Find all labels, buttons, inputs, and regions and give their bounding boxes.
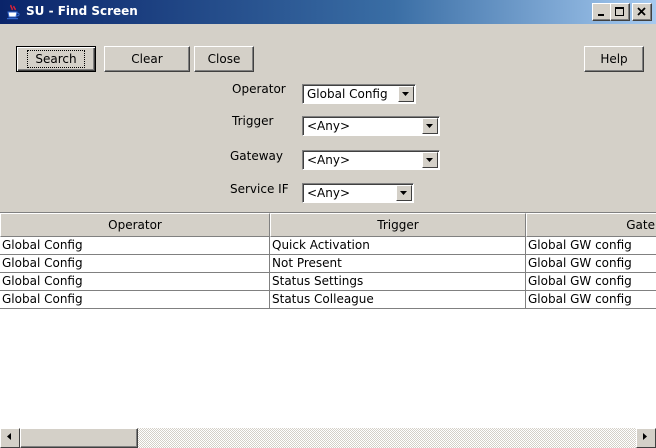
trigger-select-value: <Any> (307, 119, 351, 133)
service-if-select-value: <Any> (307, 186, 351, 200)
search-button[interactable]: Search (16, 46, 96, 72)
trigger-label: Trigger (232, 114, 274, 128)
gateway-select-value: <Any> (307, 153, 351, 167)
chevron-down-icon (402, 92, 409, 96)
gateway-label: Gateway (230, 149, 284, 163)
cell-gateway: Global GW config (526, 291, 656, 309)
window-title: SU - Find Screen (26, 4, 138, 18)
column-header-operator[interactable]: Operator (0, 213, 270, 237)
cell-trigger: Status Colleague (270, 291, 526, 309)
cell-trigger: Status Settings (270, 273, 526, 291)
close-button[interactable]: Close (194, 46, 254, 72)
help-button[interactable]: Help (584, 46, 644, 72)
operator-select[interactable]: Global Config (302, 84, 416, 104)
cell-operator: Global Config (0, 237, 270, 255)
table-header: Operator Trigger Gate (0, 213, 656, 237)
arrow-right-icon (643, 433, 647, 440)
operator-select-value: Global Config (307, 87, 388, 101)
service-if-select[interactable]: <Any> (302, 183, 414, 203)
column-header-trigger[interactable]: Trigger (270, 213, 526, 237)
search-button-label: Search (27, 50, 85, 68)
cell-gateway: Global GW config (526, 273, 656, 291)
arrow-left-icon (7, 433, 11, 440)
service-if-label: Service IF (230, 182, 289, 196)
cell-operator: Global Config (0, 273, 270, 291)
minimize-button[interactable] (592, 3, 612, 21)
gateway-select[interactable]: <Any> (302, 150, 440, 170)
clear-button-label: Clear (131, 52, 163, 66)
results-table[interactable]: Operator Trigger Gate Global Config Quic… (0, 212, 656, 448)
cell-trigger: Quick Activation (270, 237, 526, 255)
scroll-right-button[interactable] (636, 428, 656, 448)
scroll-left-button[interactable] (0, 428, 20, 448)
maximize-icon (615, 7, 624, 16)
close-icon (637, 7, 646, 16)
title-bar[interactable]: SU - Find Screen (0, 0, 656, 24)
trigger-select[interactable]: <Any> (302, 116, 440, 136)
cell-operator: Global Config (0, 291, 270, 309)
chevron-down-icon (426, 124, 433, 128)
operator-label: Operator (232, 82, 286, 96)
operator-dropdown-button[interactable] (398, 86, 414, 102)
close-button-label: Close (207, 52, 241, 66)
maximize-button[interactable] (610, 3, 630, 21)
chevron-down-icon (426, 158, 433, 162)
horizontal-scrollbar[interactable] (0, 428, 656, 448)
table-row[interactable]: Global Config Status Settings Global GW … (0, 273, 656, 291)
column-header-gateway[interactable]: Gate (526, 213, 656, 237)
table-row[interactable]: Global Config Status Colleague Global GW… (0, 291, 656, 309)
cell-gateway: Global GW config (526, 255, 656, 273)
table-row[interactable]: Global Config Not Present Global GW conf… (0, 255, 656, 273)
cell-operator: Global Config (0, 255, 270, 273)
cell-trigger: Not Present (270, 255, 526, 273)
clear-button[interactable]: Clear (104, 46, 190, 72)
close-window-button[interactable] (632, 3, 652, 21)
gateway-dropdown-button[interactable] (422, 152, 438, 168)
java-cup-icon (5, 4, 21, 20)
table-row[interactable]: Global Config Quick Activation Global GW… (0, 237, 656, 255)
chevron-down-icon (400, 191, 407, 195)
help-button-label: Help (600, 52, 628, 66)
find-screen-window: SU - Find Screen Search Clear Close Help… (0, 0, 656, 448)
scroll-thumb[interactable] (20, 428, 138, 448)
service-if-dropdown-button[interactable] (396, 185, 412, 201)
trigger-dropdown-button[interactable] (422, 118, 438, 134)
minimize-icon (598, 14, 604, 16)
cell-gateway: Global GW config (526, 237, 656, 255)
